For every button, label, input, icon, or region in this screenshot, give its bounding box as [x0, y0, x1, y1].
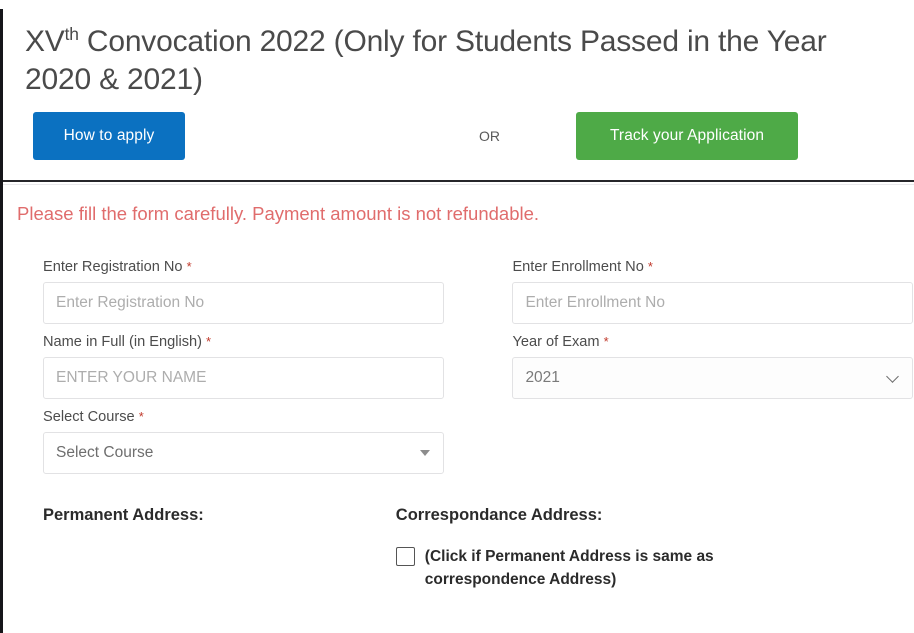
name-field-group: Name in Full (in English) * [3, 334, 476, 399]
registration-no-label: Enter Registration No * [43, 259, 476, 275]
how-to-apply-button[interactable]: How to apply [33, 112, 185, 160]
banner-photo-strip [0, 0, 914, 9]
form-row-3: Select Course * Select Course [3, 409, 914, 474]
year-of-exam-field-group: Year of Exam * 2021 [476, 334, 914, 399]
year-of-exam-select[interactable]: 2021 [512, 357, 914, 399]
enrollment-no-field-group: Enter Enrollment No * [476, 259, 914, 324]
enrollment-no-label: Enter Enrollment No * [512, 259, 914, 275]
header-divider [3, 180, 914, 182]
year-of-exam-label: Year of Exam * [512, 334, 914, 350]
select-course-label-text: Select Course [43, 409, 135, 425]
form-row-2: Name in Full (in English) * Year of Exam… [3, 334, 914, 399]
required-asterisk: * [603, 334, 609, 349]
payment-notice-text: Please fill the form carefully. Payment … [17, 203, 540, 224]
address-section: Permanent Address: Correspondance Addres… [3, 506, 914, 591]
registration-form: Enter Registration No * Enter Enrollment… [3, 259, 914, 591]
required-asterisk: * [186, 259, 192, 274]
enrollment-no-label-text: Enter Enrollment No [512, 259, 644, 275]
header-action-row: How to apply OR Track your Application [3, 108, 914, 172]
permanent-address-heading: Permanent Address: [43, 506, 204, 524]
page-title-superscript: th [64, 24, 79, 44]
year-of-exam-label-text: Year of Exam [512, 334, 600, 350]
page-title: XVth Convocation 2022 (Only for Students… [3, 23, 914, 99]
page-title-rest: Convocation 2022 (Only for Students Pass… [25, 25, 827, 96]
or-separator-label: OR [479, 128, 500, 144]
permanent-address-block: Permanent Address: [3, 506, 387, 591]
same-address-checkbox[interactable] [395, 547, 415, 566]
registration-no-label-text: Enter Registration No [43, 259, 183, 275]
same-address-checkbox-label: (Click if Permanent Address is same as c… [424, 548, 714, 588]
page-title-prefix: XV [25, 25, 65, 58]
select-course-field-group: Select Course * Select Course [3, 409, 476, 474]
registration-no-field-group: Enter Registration No * [3, 259, 476, 324]
page-frame: XVth Convocation 2022 (Only for Students… [0, 9, 914, 633]
correspondance-address-heading: Correspondance Address: [395, 506, 603, 524]
select-course-select-wrap: Select Course [43, 432, 444, 474]
correspondance-address-block: Correspondance Address: (Click if Perman… [387, 506, 914, 591]
select-course-select[interactable]: Select Course [43, 432, 444, 474]
track-application-button[interactable]: Track your Application [576, 112, 798, 160]
year-of-exam-select-wrap: 2021 [512, 357, 914, 399]
select-course-label: Select Course * [43, 409, 476, 425]
name-input[interactable] [43, 357, 444, 399]
required-asterisk: * [138, 409, 144, 424]
required-asterisk: * [206, 334, 212, 349]
name-label-text: Name in Full (in English) [43, 334, 202, 350]
header-divider-secondary [3, 184, 914, 185]
form-row-1: Enter Registration No * Enter Enrollment… [3, 259, 914, 324]
enrollment-no-input[interactable] [512, 282, 914, 324]
required-asterisk: * [647, 259, 653, 274]
registration-no-input[interactable] [43, 282, 444, 324]
same-address-checkbox-row[interactable]: (Click if Permanent Address is same as c… [395, 545, 914, 591]
form-row-3-spacer [476, 409, 914, 474]
page-header: XVth Convocation 2022 (Only for Students… [3, 9, 914, 185]
name-label: Name in Full (in English) * [43, 334, 476, 350]
